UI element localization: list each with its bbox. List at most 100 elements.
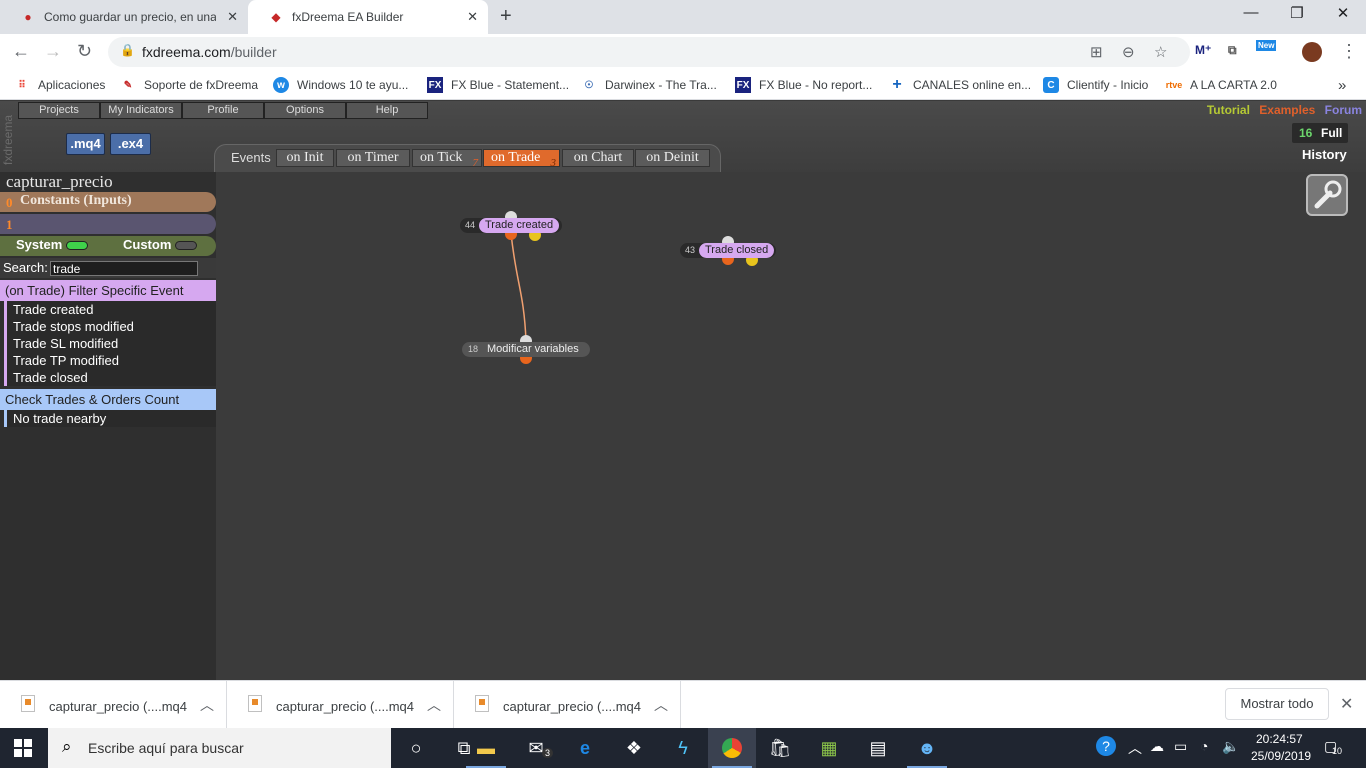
- lock-icon[interactable]: 🔒: [120, 43, 135, 57]
- translate-icon[interactable]: ⊞: [1090, 43, 1103, 61]
- block-trade-created[interactable]: Trade created: [4, 301, 216, 318]
- bookmark-windows-help[interactable]: w Windows 10 te ayu...: [273, 77, 408, 93]
- spreadsheet-icon[interactable]: ▦: [805, 728, 853, 768]
- extension-puzzle-icon[interactable]: ⧉: [1228, 43, 1237, 58]
- menu-options[interactable]: Options: [264, 102, 346, 119]
- tutorial-link[interactable]: Tutorial: [1207, 103, 1250, 117]
- custom-toggle[interactable]: [175, 241, 197, 250]
- tab-on-deinit[interactable]: on Deinit: [635, 149, 710, 167]
- chevron-up-icon[interactable]: ︿: [427, 695, 441, 715]
- bookmark-fxdreema-support[interactable]: ✎ Soporte de fxDreema: [120, 77, 258, 93]
- menu-help[interactable]: Help: [346, 102, 428, 119]
- history-counter[interactable]: 16 Full: [1292, 123, 1348, 143]
- maximize-window-button[interactable]: ❐: [1274, 4, 1320, 22]
- back-arrow-icon[interactable]: ←: [12, 41, 30, 62]
- tab-on-tick[interactable]: on Tick 7: [412, 149, 482, 169]
- download-item[interactable]: capturar_precio (....mq4 ︿: [0, 681, 227, 729]
- system-toggle[interactable]: [66, 241, 88, 250]
- export-ex4-button[interactable]: .ex4: [110, 133, 151, 155]
- menu-profile[interactable]: Profile: [182, 102, 264, 119]
- forum-link[interactable]: Forum: [1325, 103, 1362, 117]
- dropbox-icon[interactable]: ❖: [610, 728, 658, 768]
- constants-section[interactable]: 0 Constants (Inputs): [0, 192, 216, 212]
- calculator-icon[interactable]: ▤: [854, 728, 902, 768]
- mail-icon[interactable]: ✉ 3: [512, 728, 560, 768]
- group-filter-specific-event[interactable]: (on Trade) Filter Specific Event: [0, 280, 216, 301]
- menu-my-indicators[interactable]: My Indicators: [100, 102, 182, 119]
- app-bolt-icon[interactable]: ϟ: [659, 728, 707, 768]
- workflow-canvas[interactable]: 44 Trade created 43 Trade closed 18 Modi…: [216, 172, 1366, 680]
- bookmark-fxblue-report[interactable]: FX FX Blue - No report...: [735, 77, 872, 93]
- zoom-icon[interactable]: ⊖: [1122, 43, 1135, 61]
- tab-on-timer[interactable]: on Timer: [336, 149, 410, 167]
- tab-on-chart[interactable]: on Chart: [562, 149, 634, 167]
- close-tab-icon[interactable]: ✕: [467, 9, 478, 25]
- cortana-icon[interactable]: ○: [392, 728, 440, 768]
- variables-section[interactable]: 1: [0, 214, 216, 234]
- battery-icon[interactable]: ▭: [1174, 738, 1187, 755]
- forward-arrow-icon[interactable]: →: [44, 41, 62, 62]
- file-explorer-icon[interactable]: ▬: [462, 728, 510, 768]
- chrome-icon[interactable]: [708, 728, 756, 768]
- node-modificar-variables[interactable]: 18 Modificar variables: [462, 342, 590, 357]
- store-icon[interactable]: 🛍: [756, 728, 804, 768]
- edge-icon[interactable]: e: [561, 728, 609, 768]
- chevron-up-icon[interactable]: ︿: [200, 695, 214, 715]
- chevron-up-icon[interactable]: ︿: [1128, 738, 1142, 758]
- node-trade-closed[interactable]: 43 Trade closed: [680, 243, 776, 258]
- history-full-button[interactable]: Full: [1321, 126, 1342, 140]
- browser-tab-builder[interactable]: ◆ fxDreema EA Builder ✕: [248, 0, 488, 34]
- menu-kebab-icon[interactable]: ⋮: [1340, 41, 1358, 62]
- history-button[interactable]: History: [1302, 147, 1347, 162]
- help-tray-icon[interactable]: ?: [1096, 736, 1116, 756]
- menu-projects[interactable]: Projects: [18, 102, 100, 119]
- reload-icon[interactable]: ↻: [77, 41, 92, 62]
- bookmark-a-la-carta[interactable]: rtve A LA CARTA 2.0: [1166, 77, 1277, 93]
- close-download-bar-icon[interactable]: ✕: [1340, 694, 1353, 714]
- bookmark-darwinex[interactable]: ☉ Darwinex - The Tra...: [581, 77, 717, 93]
- bookmark-fxblue-statement[interactable]: FX FX Blue - Statement...: [427, 77, 569, 93]
- wifi-icon[interactable]: ◔: [1200, 738, 1208, 754]
- download-item[interactable]: capturar_precio (....mq4 ︿: [227, 681, 454, 729]
- new-tab-button[interactable]: +: [500, 5, 512, 28]
- notifications-icon[interactable]: ▢ 10: [1324, 738, 1342, 756]
- chevron-up-icon[interactable]: ︿: [654, 695, 668, 715]
- tab-on-init[interactable]: on Init: [276, 149, 334, 167]
- block-trade-closed[interactable]: Trade closed: [4, 369, 216, 386]
- export-mq4-button[interactable]: .mq4: [66, 133, 105, 155]
- project-name[interactable]: capturar_precio: [6, 172, 113, 192]
- url-text[interactable]: fxdreema.com/builder: [142, 44, 277, 60]
- bookmarks-overflow-button[interactable]: »: [1338, 77, 1346, 94]
- block-trade-stops-modified[interactable]: Trade stops modified: [4, 318, 216, 335]
- block-trade-tp-modified[interactable]: Trade TP modified: [4, 352, 216, 369]
- windows-start-icon[interactable]: [14, 739, 32, 757]
- clock-time[interactable]: 20:24:57: [1256, 732, 1303, 746]
- tab-on-trade[interactable]: on Trade 3: [483, 149, 560, 169]
- taskbar-search-box[interactable]: ⌕ Escribe aquí para buscar: [48, 728, 391, 768]
- owl-app-icon[interactable]: ☻: [903, 728, 951, 768]
- browser-tab-forum[interactable]: ● Como guardar un precio, en una ✕: [0, 0, 248, 34]
- show-all-downloads-button[interactable]: Mostrar todo: [1225, 688, 1329, 720]
- block-no-trade-nearby[interactable]: No trade nearby: [4, 410, 216, 427]
- examples-link[interactable]: Examples: [1259, 103, 1315, 117]
- bookmark-canales[interactable]: + CANALES online en...: [889, 76, 1031, 93]
- profile-avatar[interactable]: [1302, 42, 1322, 62]
- close-window-button[interactable]: ✕: [1320, 4, 1366, 22]
- bookmark-aplicaciones[interactable]: ⠿ Aplicaciones: [14, 77, 105, 93]
- block-trade-sl-modified[interactable]: Trade SL modified: [4, 335, 216, 352]
- address-bar[interactable]: 🔒 fxdreema.com/builder ⊞ ⊖ ☆: [108, 37, 1190, 67]
- bookmark-star-icon[interactable]: ☆: [1154, 43, 1167, 61]
- volume-icon[interactable]: 🔈: [1222, 738, 1239, 755]
- extension-m-icon[interactable]: M⁺: [1195, 43, 1211, 57]
- clock-date[interactable]: 25/09/2019: [1251, 749, 1311, 763]
- close-tab-icon[interactable]: ✕: [227, 9, 238, 25]
- settings-wrench-button[interactable]: [1306, 174, 1348, 216]
- group-check-trades-orders[interactable]: Check Trades & Orders Count: [0, 389, 216, 410]
- download-item[interactable]: capturar_precio (....mq4 ︿: [454, 681, 681, 729]
- node-trade-created[interactable]: 44 Trade created: [460, 218, 562, 233]
- extension-new-icon[interactable]: New: [1256, 40, 1277, 51]
- onedrive-cloud-icon[interactable]: ☁: [1150, 738, 1164, 755]
- search-input[interactable]: [50, 261, 198, 276]
- minimize-window-button[interactable]: —: [1228, 4, 1274, 21]
- bookmark-clientify[interactable]: C Clientify - Inicio: [1043, 77, 1148, 93]
